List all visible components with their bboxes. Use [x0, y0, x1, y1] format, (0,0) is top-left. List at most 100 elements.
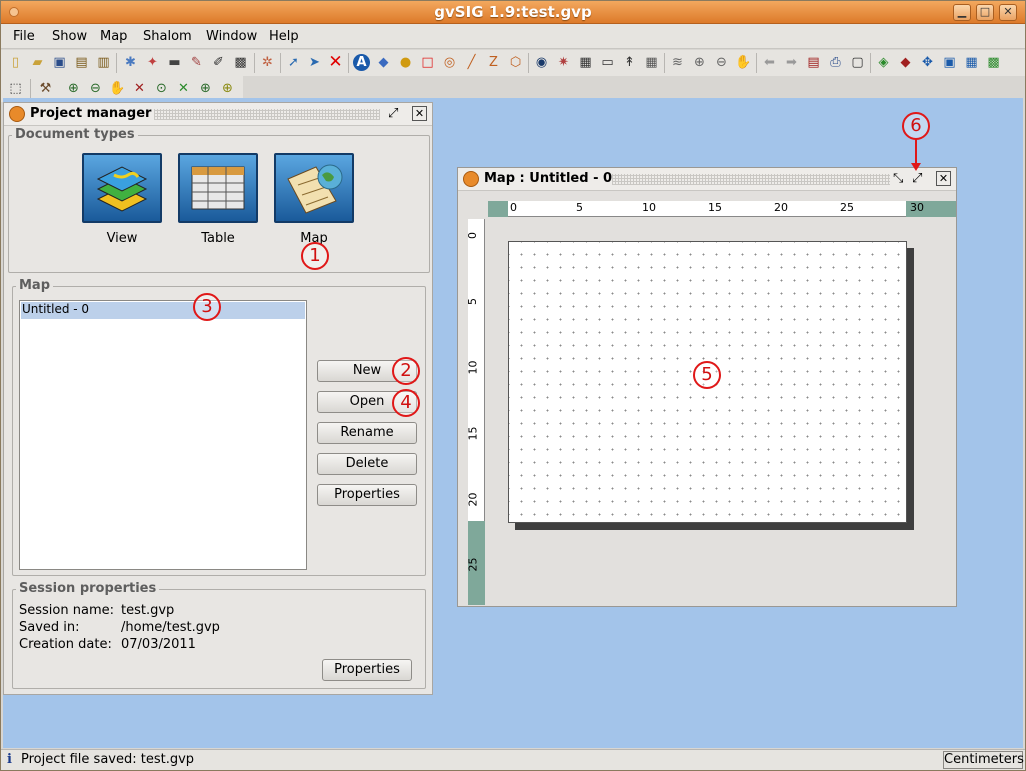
callout-6: 6: [902, 112, 930, 140]
menu-window[interactable]: Window: [206, 29, 257, 44]
scale-bar-icon[interactable]: ▭: [599, 54, 616, 71]
zoom-in-icon[interactable]: ⊕: [691, 54, 708, 71]
zoom-all-icon[interactable]: ✕: [131, 80, 148, 97]
session-properties-button[interactable]: Properties: [322, 659, 412, 681]
doc-type-table[interactable]: Table: [178, 153, 258, 246]
move-icon[interactable]: ✥: [919, 54, 936, 71]
arrow-pointer-icon[interactable]: ➤: [306, 54, 323, 71]
undock-icon[interactable]: ⤢: [388, 106, 398, 121]
new-file-icon[interactable]: ▯: [7, 54, 24, 71]
distribute-icon[interactable]: ▦: [963, 54, 980, 71]
maximize-panel-icon[interactable]: ⤢: [912, 171, 922, 186]
properties-icon[interactable]: ▩: [985, 54, 1002, 71]
open-folder-icon[interactable]: ▰: [29, 54, 46, 71]
menu-bar: File Show Map Shalom Window Help: [1, 24, 1025, 49]
table-grid-icon: [178, 153, 258, 223]
polygon-tool-icon[interactable]: ⬡: [507, 54, 524, 71]
pan-icon[interactable]: ✋: [735, 54, 752, 71]
map-group-legend: Map: [16, 278, 54, 293]
line-tool-icon[interactable]: ╱: [463, 54, 480, 71]
menu-file[interactable]: File: [13, 29, 35, 44]
map-properties-button[interactable]: Properties: [317, 484, 417, 506]
text-tool-icon[interactable]: A: [353, 54, 370, 71]
status-message: Project file saved: test.gvp: [21, 752, 195, 767]
zoom-in-green-icon[interactable]: ⊕: [65, 80, 82, 97]
callout-5: 5: [693, 361, 721, 389]
session-name-value: test.gvp: [121, 603, 175, 618]
list-item[interactable]: Untitled - 0: [22, 302, 89, 316]
doc-type-view-label: View: [106, 231, 138, 246]
rename-button[interactable]: Rename: [317, 422, 417, 444]
eye-icon[interactable]: ◉: [533, 54, 550, 71]
zoom-page-icon[interactable]: ⊕: [219, 80, 236, 97]
group-icon[interactable]: ◈: [875, 54, 892, 71]
ungroup-icon[interactable]: ◆: [897, 54, 914, 71]
minimize-button[interactable]: ▁: [953, 4, 971, 21]
creation-date-label: Creation date:: [19, 637, 112, 652]
ps-export-icon[interactable]: ▥: [95, 54, 112, 71]
menu-show[interactable]: Show: [52, 29, 87, 44]
paint-tool-icon[interactable]: ✎: [188, 54, 205, 71]
dotted-frame-icon[interactable]: ⬚: [7, 80, 24, 97]
print-icon[interactable]: ⎙: [827, 54, 844, 71]
save-icon[interactable]: ▣: [51, 54, 68, 71]
north-arrow-icon[interactable]: ↟: [621, 54, 638, 71]
project-manager-title: Project manager: [30, 106, 152, 121]
zoom-select-icon[interactable]: ⊙: [153, 80, 170, 97]
callout-arrow: [911, 139, 921, 171]
zoom-out-icon[interactable]: ⊖: [713, 54, 730, 71]
delete-icon[interactable]: ✕: [327, 54, 344, 71]
horizontal-ruler: 0 5 10 15 20 25: [508, 201, 906, 217]
menu-map[interactable]: Map: [100, 29, 127, 44]
restore-icon[interactable]: ⤡: [893, 171, 903, 186]
menu-help[interactable]: Help: [269, 29, 299, 44]
units-indicator[interactable]: Centimeters: [943, 751, 1024, 769]
map-document-list[interactable]: Untitled - 0: [19, 300, 307, 570]
north-icon[interactable]: ✷: [555, 54, 572, 71]
doc-type-view[interactable]: View: [82, 153, 162, 246]
map-window-header[interactable]: Map : Untitled - 0 ⤡ ⤢ ✕: [458, 168, 956, 191]
grid-icon[interactable]: ▦: [643, 54, 660, 71]
menu-shalom[interactable]: Shalom: [143, 29, 192, 44]
vertex-tool-icon[interactable]: ✦: [144, 54, 161, 71]
close-button[interactable]: ✕: [999, 4, 1017, 21]
delete-button[interactable]: Delete: [317, 453, 417, 475]
map-close-icon[interactable]: ✕: [936, 171, 951, 186]
crab-tool-icon[interactable]: ✲: [259, 54, 276, 71]
rectangle-tool-icon[interactable]: □: [419, 54, 436, 71]
image-tool-icon[interactable]: ◆: [375, 54, 392, 71]
point-tool-icon[interactable]: ●: [397, 54, 414, 71]
map-globe-icon: [274, 153, 354, 223]
title-bar[interactable]: gvSIG 1.9:test.gvp ▁ □ ✕: [1, 1, 1025, 24]
hand-icon[interactable]: ✋: [109, 80, 126, 97]
zoom-real-icon[interactable]: ⊕: [197, 80, 214, 97]
edit-tool-icon[interactable]: ▬: [166, 54, 183, 71]
hammer-icon[interactable]: ⚒: [37, 80, 54, 97]
forward-arrow-icon[interactable]: ➡: [783, 54, 800, 71]
pdf-export-icon[interactable]: ▤: [73, 54, 90, 71]
layers-icon[interactable]: ≋: [669, 54, 686, 71]
view-layers-icon: [82, 153, 162, 223]
zoom-out-green-icon[interactable]: ⊖: [87, 80, 104, 97]
project-manager-header[interactable]: Project manager ⤢ ✕: [4, 103, 432, 126]
legend-icon[interactable]: ▦: [577, 54, 594, 71]
select-pointer-icon[interactable]: ➚: [285, 54, 302, 71]
zoom-extent-icon[interactable]: ✕: [175, 80, 192, 97]
align-icon[interactable]: ▣: [941, 54, 958, 71]
polyline-tool-icon[interactable]: Z: [485, 54, 502, 71]
layer-tool-icon[interactable]: ✱: [122, 54, 139, 71]
back-arrow-icon[interactable]: ⬅: [761, 54, 778, 71]
app-window: gvSIG 1.9:test.gvp ▁ □ ✕ File Show Map S…: [0, 0, 1026, 771]
info-icon: i: [7, 752, 12, 767]
horizontal-ruler-end: 30: [910, 201, 924, 214]
callout-3: 3: [193, 293, 221, 321]
pencil-tool-icon[interactable]: ✐: [210, 54, 227, 71]
maximize-button[interactable]: □: [976, 4, 994, 21]
circle-tool-icon[interactable]: ◎: [441, 54, 458, 71]
window-icon[interactable]: ▢: [849, 54, 866, 71]
panel-close-icon[interactable]: ✕: [412, 106, 427, 121]
gvsig-logo-icon: [463, 171, 479, 187]
frame-tool-icon[interactable]: ▩: [232, 54, 249, 71]
table-icon[interactable]: ▤: [805, 54, 822, 71]
doc-type-map[interactable]: Map: [274, 153, 354, 246]
